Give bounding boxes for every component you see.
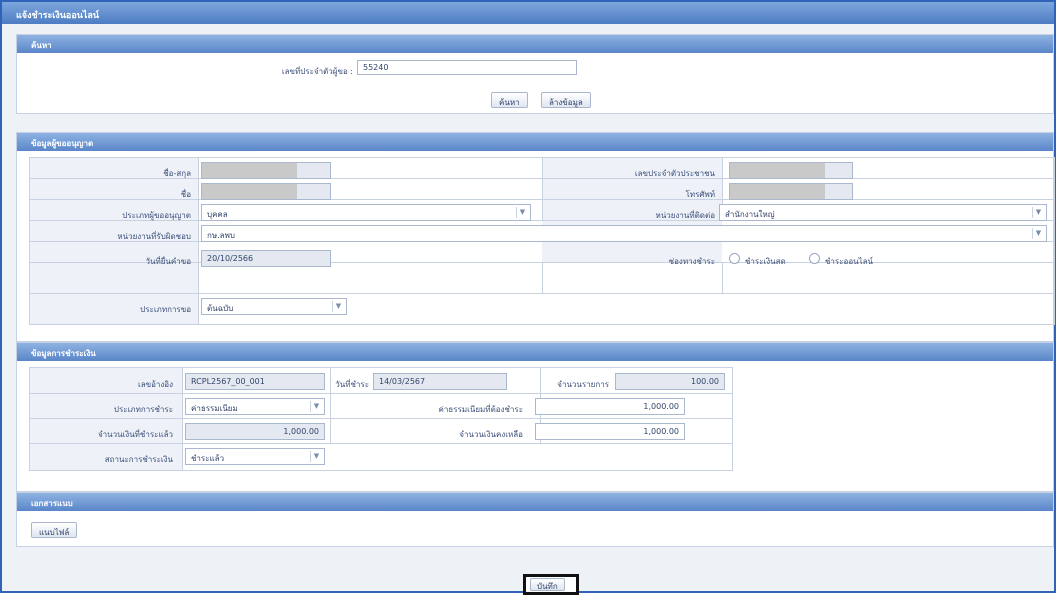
fee-label: ค่าธรรมเนียมที่ต้องชำระ xyxy=(438,405,523,414)
payment-channel-label: ช่องทางชำระ xyxy=(668,257,715,266)
radio-online[interactable] xyxy=(809,253,820,264)
request-kind-label: ประเภทการขอ xyxy=(140,305,191,314)
redacted-block xyxy=(202,163,297,178)
search-section: ค้นหา เลขที่ประจำตัวผู้ขอ : 55240 ค้นหา … xyxy=(16,34,1054,114)
attach-file-button[interactable]: แนบไฟล์ xyxy=(31,522,78,538)
name-label: ชื่อ-สกุล xyxy=(163,169,191,178)
chevron-down-icon: ▼ xyxy=(1032,207,1044,218)
clear-button[interactable]: ล้างข้อมูล xyxy=(541,92,591,108)
responsible-org-select[interactable]: กษ.ลพบ ▼ xyxy=(201,225,1047,242)
payment-date-label: วันที่ชำระ xyxy=(335,380,369,389)
payment-date-field: 14/03/2567 xyxy=(373,373,507,390)
redacted-block xyxy=(202,184,297,199)
payment-section-header: ข้อมูลการชำระเงิน xyxy=(17,343,1053,361)
requester-type-label: ประเภทผู้ขออนุญาต xyxy=(122,211,191,220)
radio-cash[interactable] xyxy=(729,253,740,264)
citizen-id-label: เลขประจำตัวประชาชน xyxy=(634,169,715,178)
redacted-block xyxy=(730,163,825,178)
payment-status-label: สถานะการชำระเงิน xyxy=(104,455,173,464)
office-select[interactable]: สำนักงานใหญ่ ▼ xyxy=(719,204,1047,221)
reference-field: RCPL2567_00_001 xyxy=(185,373,325,390)
search-button[interactable]: ค้นหา xyxy=(491,92,528,108)
chevron-down-icon: ▼ xyxy=(1032,228,1044,239)
app-window: แจ้งชำระเงินออนไลน์ ค้นหา เลขที่ประจำตัว… xyxy=(0,0,1056,595)
submit-highlight: บันทึก xyxy=(523,574,579,595)
payment-status-value: ชำระแล้ว xyxy=(191,454,225,463)
phone-field xyxy=(729,183,853,200)
payment-section: ข้อมูลการชำระเงิน เลขอ้างอิง RCPL2567_00… xyxy=(16,342,1054,492)
window-title: แจ้งชำระเงินออนไลน์ xyxy=(2,2,1054,24)
first-name-field xyxy=(201,183,331,200)
payment-type-select[interactable]: ค่าธรรมเนียม ▼ xyxy=(185,398,325,415)
request-id-input[interactable]: 55240 xyxy=(357,60,577,75)
attachment-section: เอกสารแนบ แนบไฟล์ xyxy=(16,492,1054,547)
office-value: สำนักงานใหญ่ xyxy=(725,210,775,219)
item-count-field: 100.00 xyxy=(615,373,725,390)
search-section-header: ค้นหา xyxy=(17,35,1053,53)
requester-type-select[interactable]: บุคคล ▼ xyxy=(201,204,531,221)
responsible-org-value: กษ.ลพบ xyxy=(207,231,235,240)
item-count-label: จำนวนรายการ xyxy=(557,380,609,389)
requester-type-value: บุคคล xyxy=(207,210,228,219)
attachment-section-header: เอกสารแนบ xyxy=(17,493,1053,511)
reference-label: เลขอ้างอิง xyxy=(137,380,173,389)
request-kind-select[interactable]: ต้นฉบับ ▼ xyxy=(201,298,347,315)
chevron-down-icon: ▼ xyxy=(332,301,344,312)
requester-section: ข้อมูลผู้ขออนุญาต ชื่อ-สกุล เลขประจำตัวป… xyxy=(16,132,1055,342)
chevron-down-icon: ▼ xyxy=(516,207,528,218)
submit-date-field: 20/10/2566 xyxy=(201,250,331,267)
submit-date-label: วันที่ยื่นคำขอ xyxy=(145,257,191,266)
submit-button[interactable]: บันทึก xyxy=(530,578,565,591)
form-canvas: ค้นหา เลขที่ประจำตัวผู้ขอ : 55240 ค้นหา … xyxy=(2,24,1055,591)
remaining-input[interactable]: 1,000.00 xyxy=(535,423,685,440)
requester-section-header: ข้อมูลผู้ขออนุญาต xyxy=(17,133,1053,151)
redacted-block xyxy=(730,184,825,199)
remaining-label: จำนวนเงินคงเหลือ xyxy=(459,430,523,439)
phone-label: โทรศัพท์ xyxy=(685,190,716,199)
office-label: หน่วยงานที่ติดต่อ xyxy=(655,211,715,220)
paid-amount-field: 1,000.00 xyxy=(185,423,325,440)
request-id-label: เลขที่ประจำตัวผู้ขอ : xyxy=(281,67,353,76)
payment-type-label: ประเภทการชำระ xyxy=(113,405,173,414)
citizen-id-field xyxy=(729,162,853,179)
name-field xyxy=(201,162,331,179)
radio-online-label: ชำระออนไลน์ xyxy=(825,257,873,266)
first-name-label: ชื่อ xyxy=(180,190,191,199)
radio-cash-label: ชำระเงินสด xyxy=(745,257,786,266)
chevron-down-icon: ▼ xyxy=(310,451,322,462)
payment-type-value: ค่าธรรมเนียม xyxy=(191,404,238,413)
fee-input[interactable]: 1,000.00 xyxy=(535,398,685,415)
chevron-down-icon: ▼ xyxy=(310,401,322,412)
paid-amount-label: จำนวนเงินที่ชำระแล้ว xyxy=(97,430,173,439)
request-kind-value: ต้นฉบับ xyxy=(207,304,234,313)
responsible-org-label: หน่วยงานที่รับผิดชอบ xyxy=(117,232,191,241)
payment-status-select[interactable]: ชำระแล้ว ▼ xyxy=(185,448,325,465)
